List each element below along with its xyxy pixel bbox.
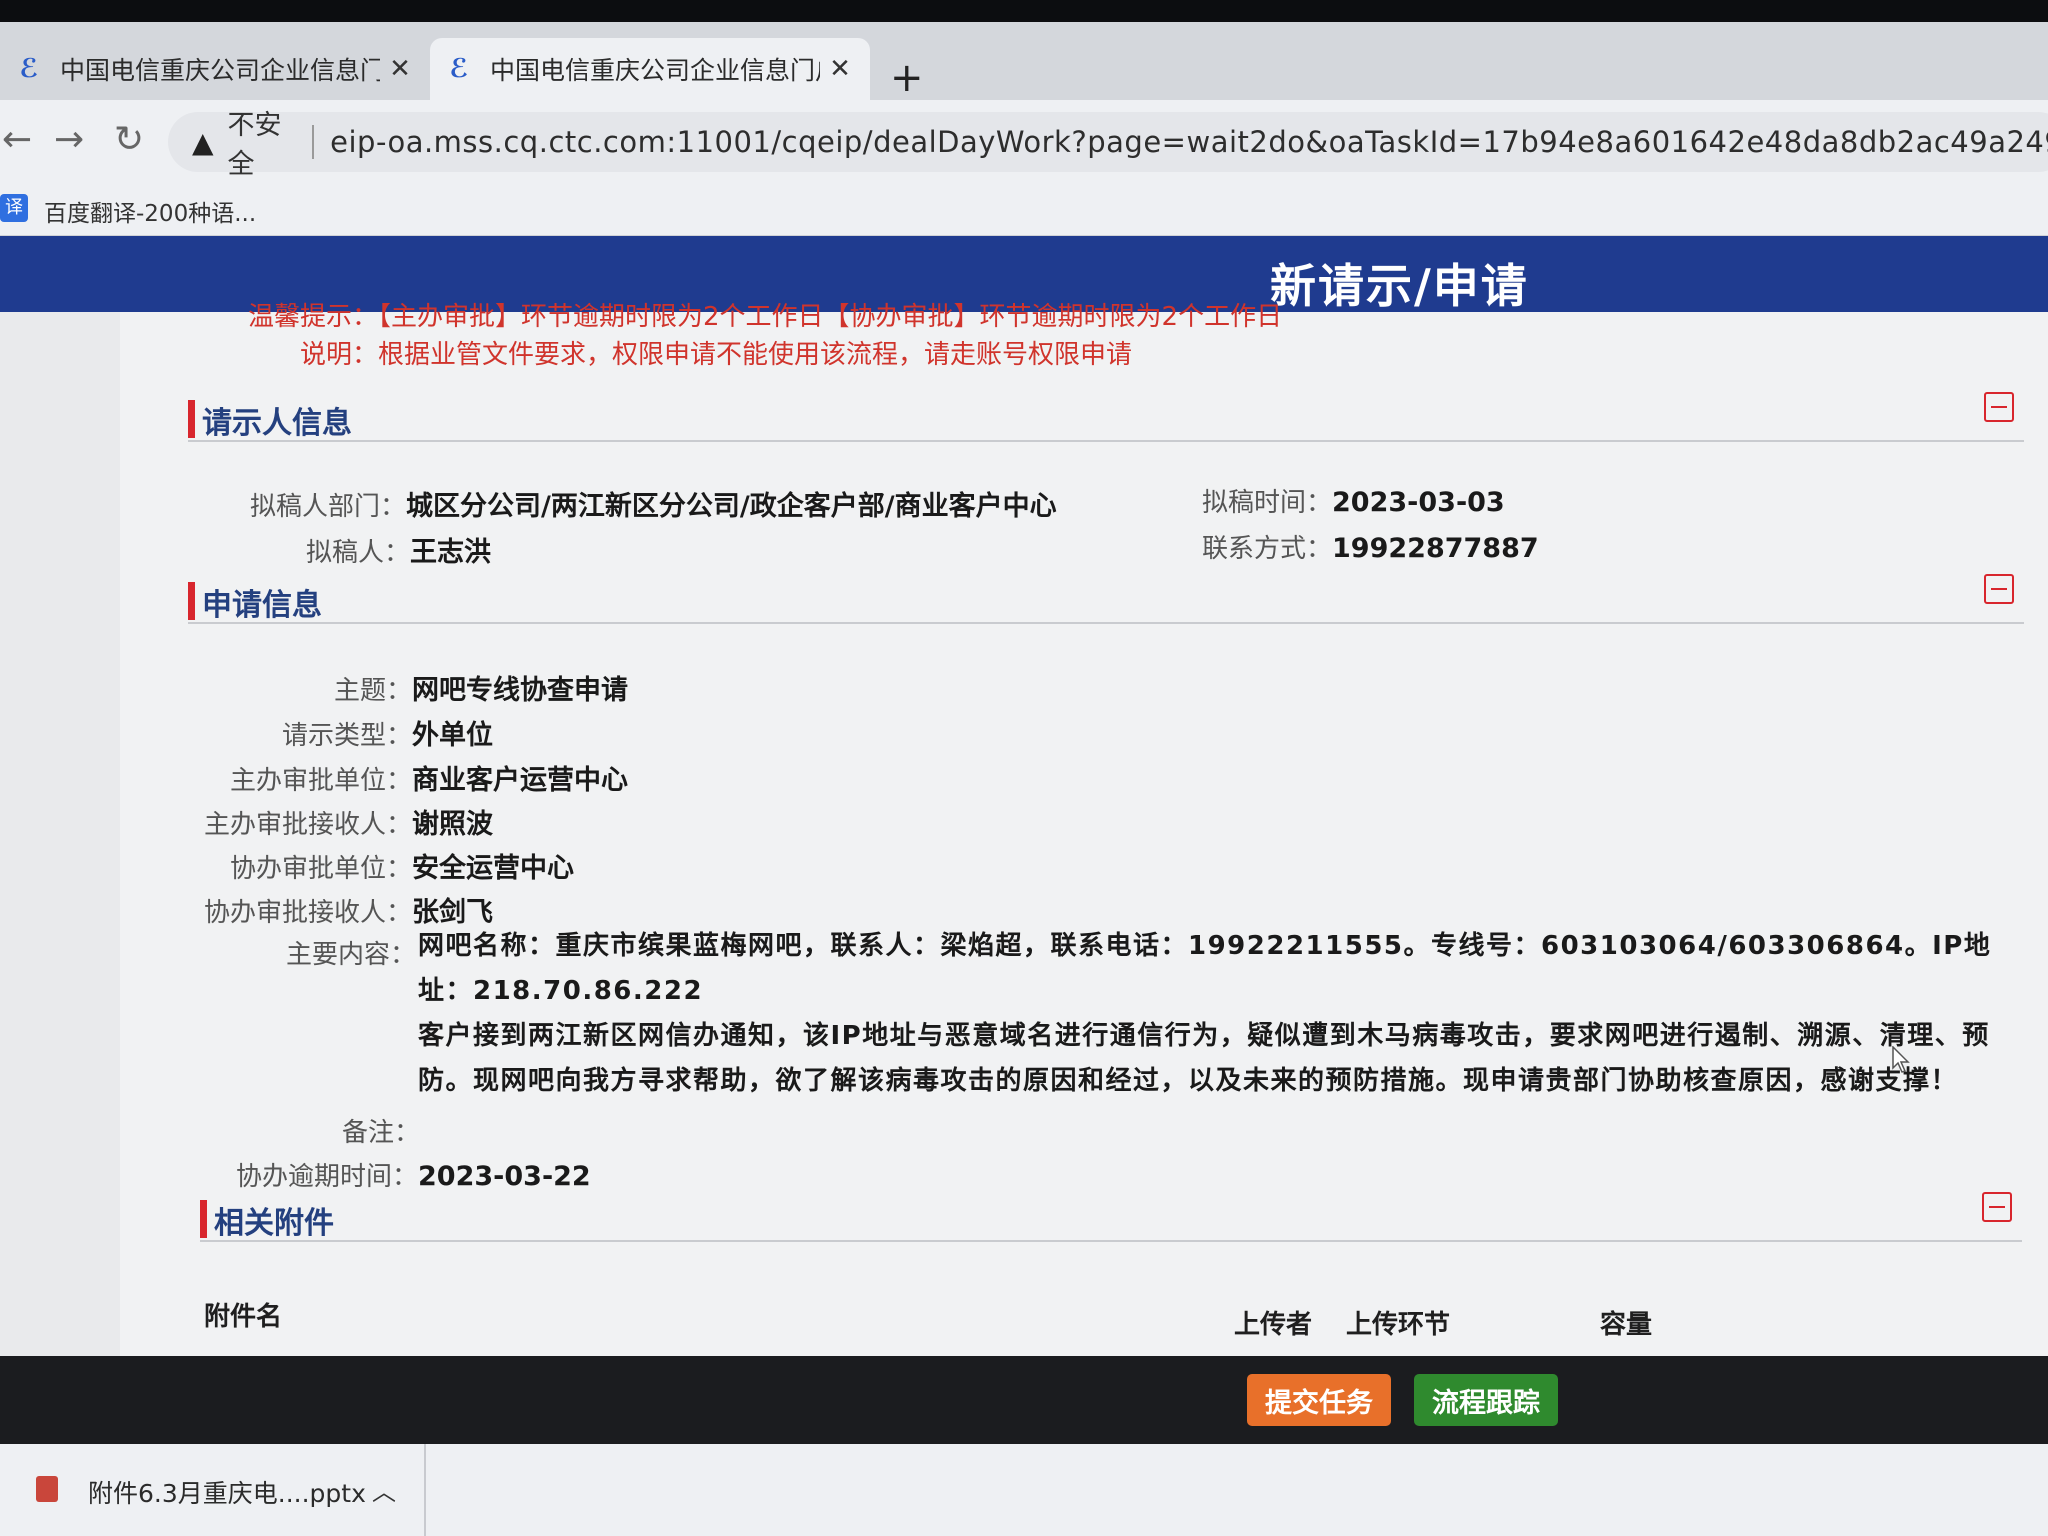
chevron-up-icon[interactable]: ︿ — [372, 1472, 396, 1507]
forward-icon[interactable]: → — [54, 118, 84, 162]
field-remark: 备注： — [342, 1118, 421, 1148]
telecom-logo-icon: ℰ — [19, 54, 39, 84]
url-text[interactable]: eip-oa.mss.cq.ctc.com:11001/cqeip/dealDa… — [330, 125, 2048, 159]
column-header-filename: 附件名 — [204, 1302, 283, 1332]
tab-title: 中国电信重庆公司企业信息门户 — [60, 56, 380, 85]
new-tab-button[interactable]: + — [890, 58, 924, 98]
download-shelf: 附件6.3月重庆电....pptx ︿ — [0, 1444, 2048, 1536]
browser-tab-2[interactable]: ℰ 中国电信重庆公司企业信息门户 ✕ — [430, 38, 870, 100]
main-content-text: 网吧名称：重庆市缤果蓝梅网吧，联系人：梁焰超，联系电话：19922211555。… — [418, 924, 2018, 1104]
security-label[interactable]: 不安全 — [228, 103, 297, 181]
page-viewport: 新请示/申请 温馨提示：【主办审批】环节逾期时限为2个工作日【协办审批】环节逾期… — [0, 236, 2048, 1356]
column-header-stage: 上传环节 — [1346, 1310, 1451, 1340]
address-bar: ← → ↻ ▲ 不安全 eip-oa.mss.cq.ctc.com:11001/… — [0, 100, 2048, 184]
reload-icon[interactable]: ↻ — [114, 118, 144, 162]
pptx-file-icon — [36, 1476, 58, 1502]
bookmarks-bar: 译 百度翻译-200种语... — [0, 184, 2048, 236]
section-application: 申请信息 — [188, 574, 2024, 624]
url-input[interactable]: ▲ 不安全 eip-oa.mss.cq.ctc.com:11001/cqeip/… — [168, 110, 2048, 180]
section-title: 申请信息 — [202, 588, 322, 623]
field-subject: 主题： 网吧专线协查申请 — [334, 675, 629, 706]
mouse-cursor-icon — [1892, 1046, 1910, 1073]
form-panel: 温馨提示：【主办审批】环节逾期时限为2个工作日【协办审批】环节逾期时限为2个工作… — [120, 302, 2048, 1356]
field-main-unit: 主办审批单位： 商业客户运营中心 — [230, 765, 629, 796]
page-title: 新请示/申请 — [1270, 259, 1529, 313]
field-draft-time: 拟稿时间： 2023-03-03 — [1202, 487, 1505, 518]
field-drafter-dept: 拟稿人部门： 城区分公司/两江新区分公司/政企客户部/商业客户中心 — [250, 491, 1057, 522]
close-icon[interactable]: ✕ — [820, 54, 860, 84]
section-title: 相关附件 — [214, 1206, 334, 1241]
field-assist-unit: 协办审批单位： 安全运营中心 — [230, 853, 575, 884]
divider — [424, 1444, 426, 1536]
collapse-button[interactable] — [1984, 392, 2014, 422]
section-marker — [188, 400, 195, 438]
field-contact: 联系方式： 19922877887 — [1202, 533, 1539, 564]
browser-tab-1[interactable]: ℰ 中国电信重庆公司企业信息门户 ✕ — [0, 38, 430, 100]
warning-icon[interactable]: ▲ — [192, 126, 214, 159]
field-main-content-label: 主要内容： — [286, 940, 417, 970]
section-title: 请示人信息 — [202, 406, 352, 441]
tab-title: 中国电信重庆公司企业信息门户 — [490, 56, 820, 85]
section-marker — [200, 1200, 207, 1238]
submit-task-button[interactable]: 提交任务 — [1247, 1374, 1391, 1426]
action-bar: 提交任务 流程跟踪 — [0, 1356, 2048, 1444]
workflow-trace-button[interactable]: 流程跟踪 — [1414, 1374, 1558, 1426]
back-icon[interactable]: ← — [2, 118, 32, 162]
column-header-size: 容量 — [1600, 1310, 1653, 1340]
collapse-button[interactable] — [1984, 574, 2014, 604]
reminder-text: 温馨提示：【主办审批】环节逾期时限为2个工作日【协办审批】环节逾期时限为2个工作… — [248, 302, 1283, 332]
collapse-button[interactable] — [1982, 1192, 2012, 1222]
bookmark-baidu-translate[interactable]: 百度翻译-200种语... — [44, 194, 256, 228]
divider — [312, 125, 315, 159]
field-drafter: 拟稿人： 王志洪 — [306, 537, 492, 568]
section-attachments: 相关附件 — [200, 1192, 2022, 1242]
column-header-uploader: 上传者 — [1234, 1310, 1313, 1340]
close-icon[interactable]: ✕ — [380, 54, 420, 84]
section-requester: 请示人信息 — [188, 392, 2024, 442]
download-item[interactable]: 附件6.3月重庆电....pptx — [88, 1474, 366, 1510]
field-request-type: 请示类型： 外单位 — [282, 720, 494, 751]
content-paragraph-1: 网吧名称：重庆市缤果蓝梅网吧，联系人：梁焰超，联系电话：19922211555。… — [418, 931, 1992, 1006]
telecom-logo-icon: ℰ — [449, 54, 469, 84]
translate-icon: 译 — [0, 194, 28, 222]
content-paragraph-2: 客户接到两江新区网信办通知，该IP地址与恶意域名进行通信行为，疑似遭到木马病毒攻… — [418, 1021, 1990, 1096]
tab-strip: ℰ 中国电信重庆公司企业信息门户 ✕ ℰ 中国电信重庆公司企业信息门户 ✕ + — [0, 22, 2048, 100]
field-main-receiver: 主办审批接收人： 谢照波 — [204, 809, 494, 840]
section-marker — [188, 582, 195, 620]
notice-text: 说明：根据业管文件要求，权限申请不能使用该流程，请走账号权限申请 — [300, 340, 1133, 370]
field-assist-deadline: 协办逾期时间： 2023-03-22 — [236, 1161, 591, 1192]
